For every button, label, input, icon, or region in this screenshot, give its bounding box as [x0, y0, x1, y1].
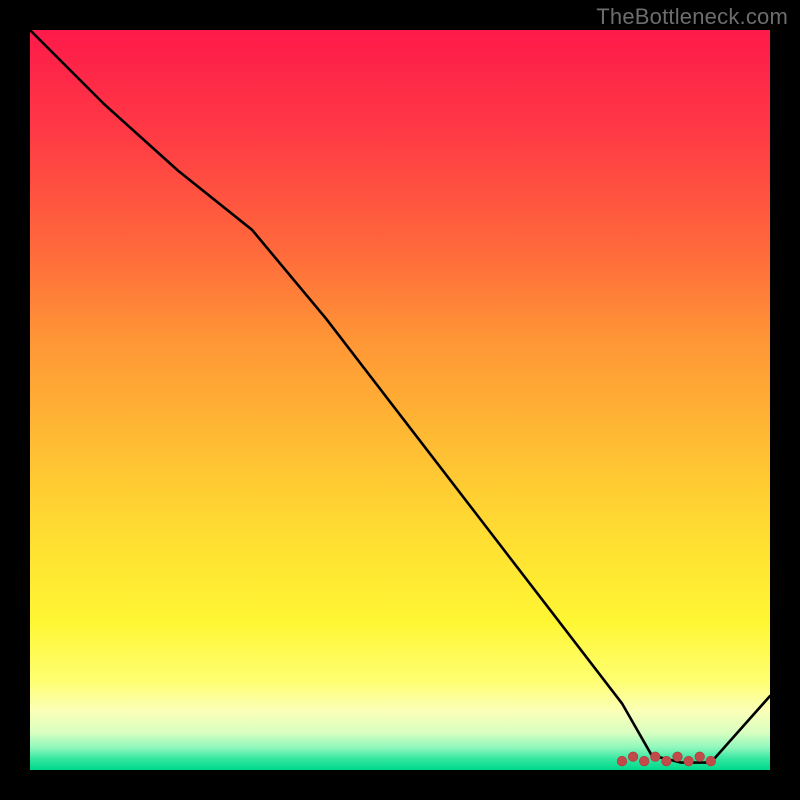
- plot-area: [30, 30, 770, 770]
- optimal-marker: [639, 756, 649, 766]
- optimal-marker: [651, 752, 661, 762]
- curve-svg: [30, 30, 770, 770]
- optimal-marker: [673, 752, 683, 762]
- chart-frame: TheBottleneck.com: [0, 0, 800, 800]
- watermark-text: TheBottleneck.com: [596, 4, 788, 30]
- optimal-marker: [617, 756, 627, 766]
- bottleneck-curve: [30, 30, 770, 763]
- optimal-marker: [662, 756, 672, 766]
- optimal-marker: [706, 756, 716, 766]
- optimal-marker: [628, 752, 638, 762]
- optimal-marker: [695, 752, 705, 762]
- optimal-marker: [684, 756, 694, 766]
